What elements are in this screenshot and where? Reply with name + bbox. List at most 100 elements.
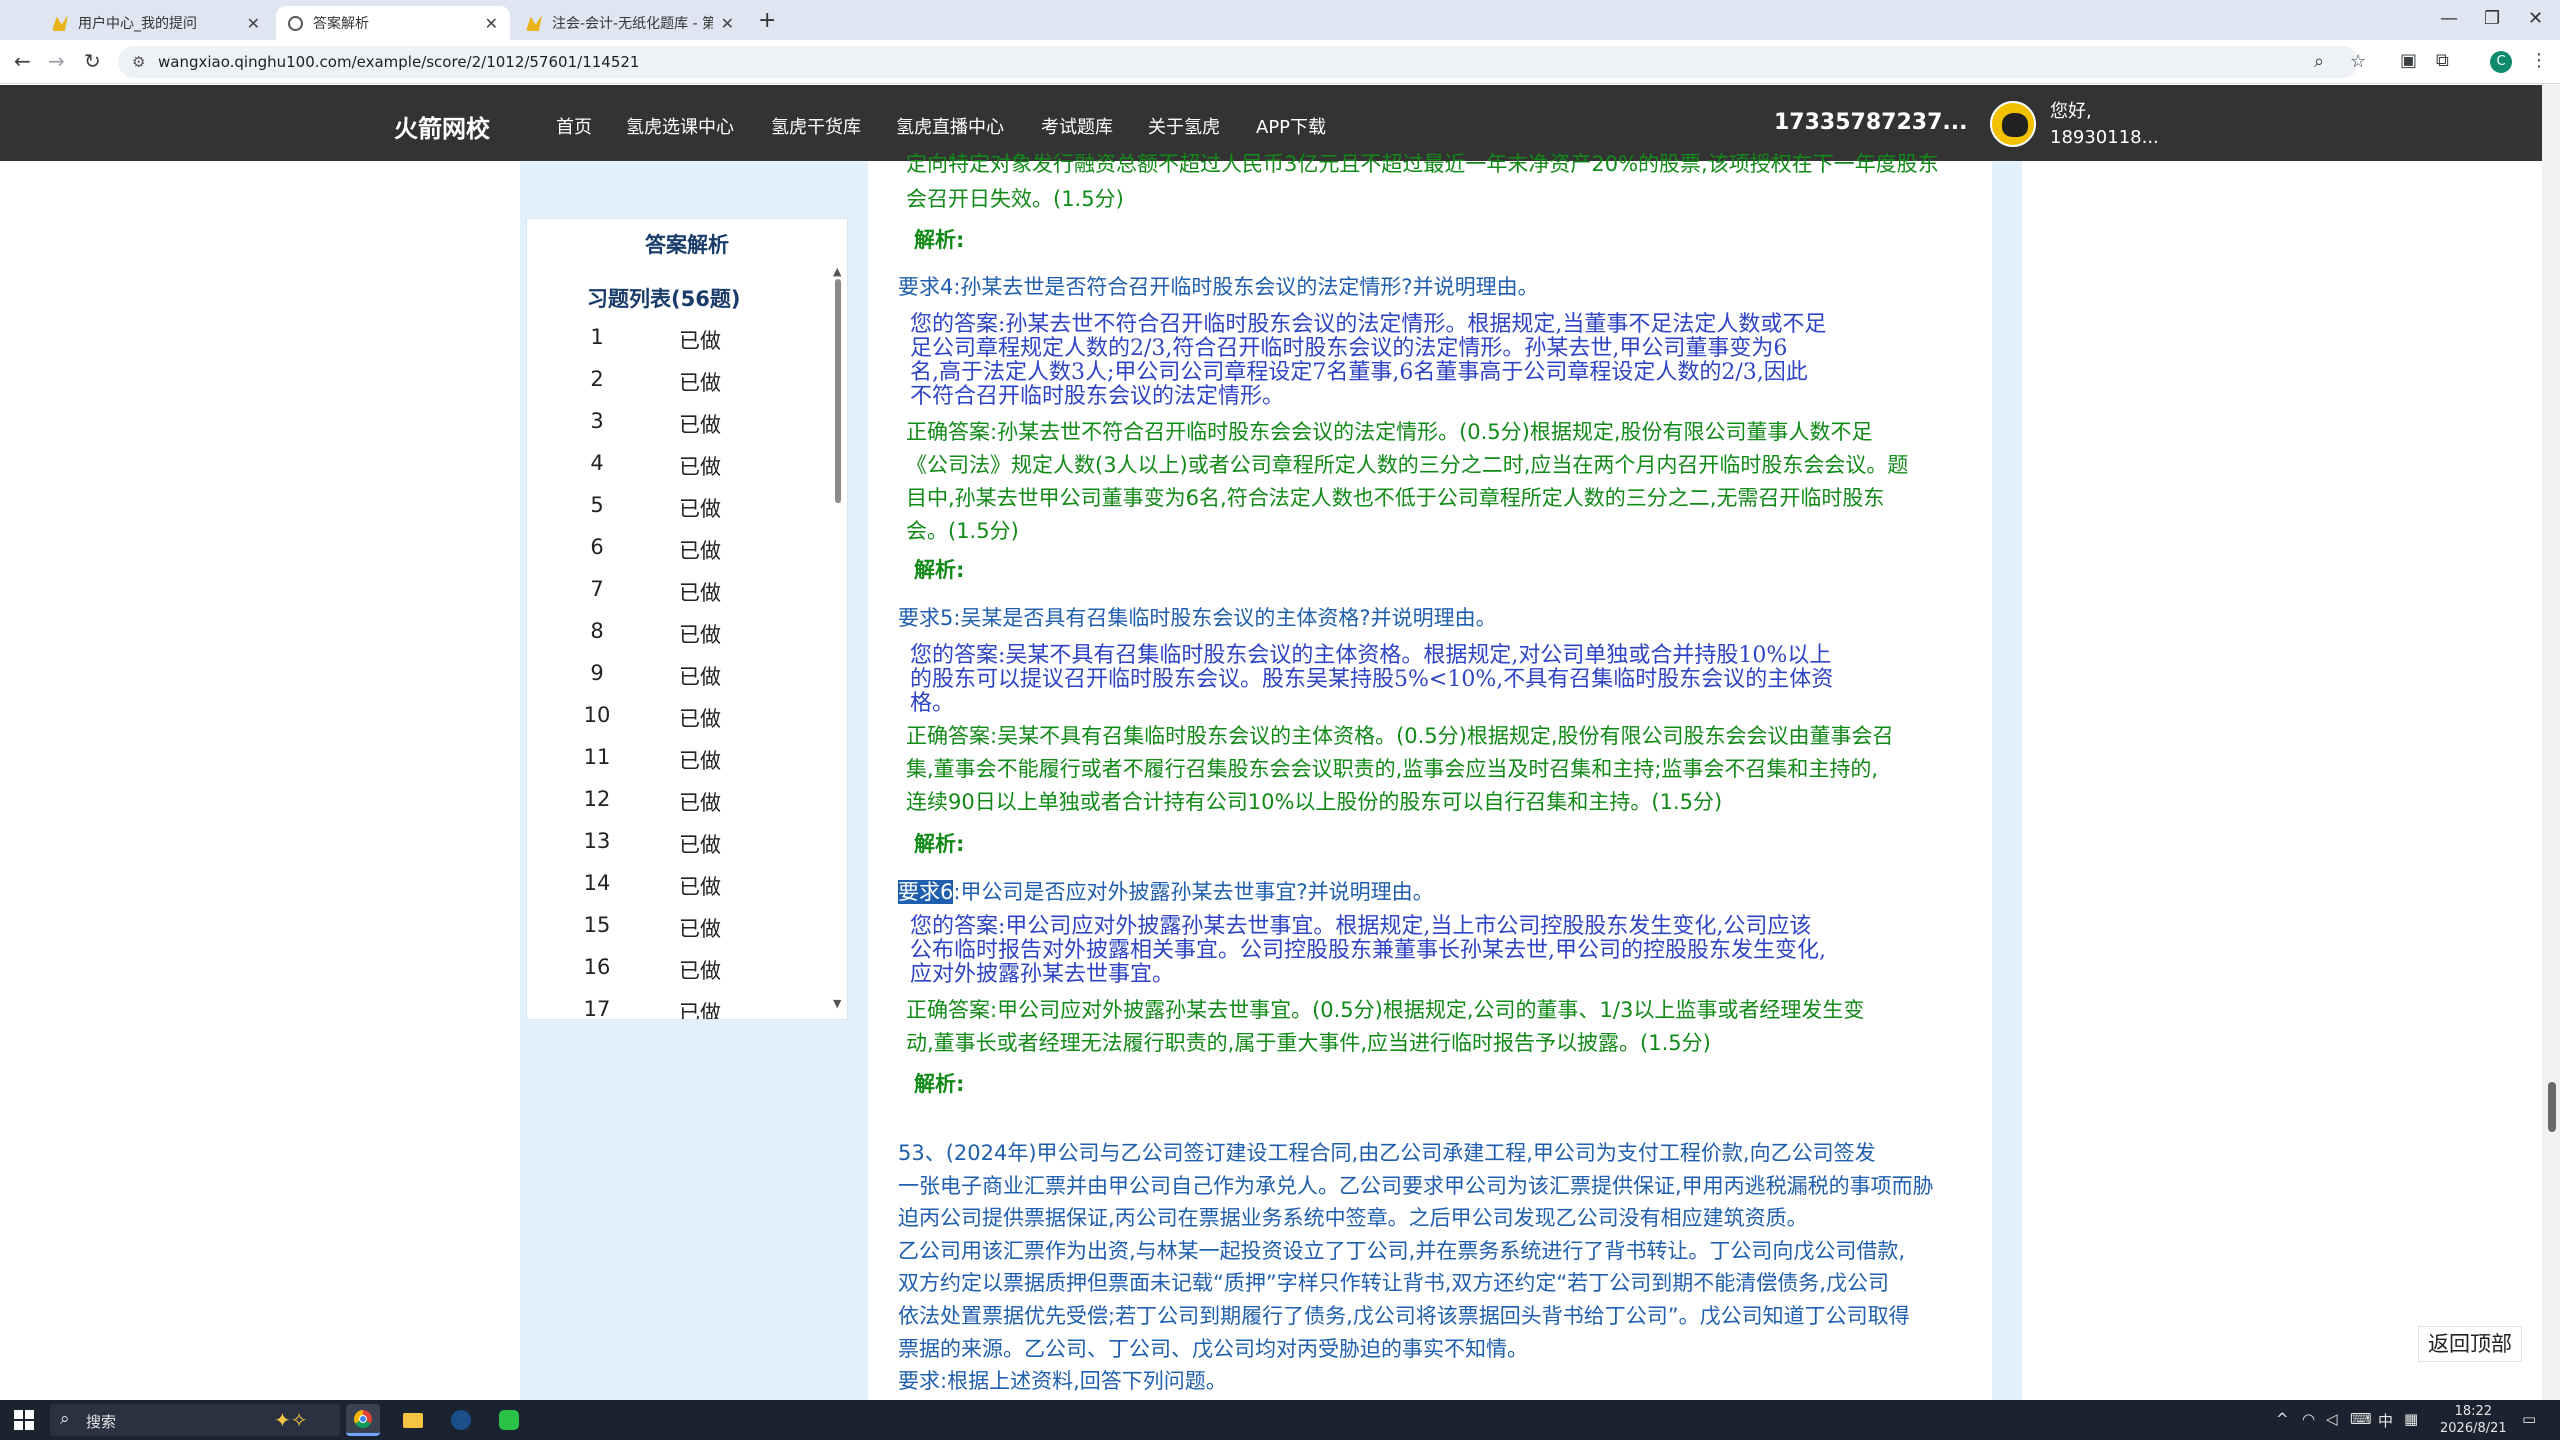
requirement-4-title: 要求4:孙某去世是否符合召开临时股东会议的法定情形?并说明理由。 — [898, 275, 1539, 299]
question-list-item[interactable]: 15 已做 — [527, 913, 827, 955]
nav-home[interactable]: 首页 — [556, 113, 592, 139]
profile-avatar[interactable]: C — [2490, 51, 2512, 73]
question-status: 已做 — [679, 959, 721, 983]
zoom-icon[interactable]: ⌕ — [2314, 51, 2324, 72]
new-tab-icon[interactable]: + — [758, 8, 776, 33]
sidebar-scrollbar[interactable] — [835, 279, 841, 503]
question-status: 已做 — [679, 833, 721, 857]
question-number: 6 — [590, 535, 604, 559]
scroll-up-icon[interactable]: ▲ — [833, 265, 841, 278]
user-greeting[interactable]: 您好, 18930118... — [2050, 99, 2159, 151]
question-list-item[interactable]: 2 已做 — [527, 367, 827, 409]
question-list-item[interactable]: 6 已做 — [527, 535, 827, 577]
taskbar-search-box[interactable]: ⌕ 搜索 ✦✧ — [50, 1404, 340, 1436]
site-logo[interactable]: 火箭网校 — [394, 109, 490, 144]
question-list-item[interactable]: 5 已做 — [527, 493, 827, 535]
question-list-item[interactable]: 16 已做 — [527, 955, 827, 997]
analysis-label: 解析: — [914, 228, 965, 252]
your-answer-line: 不符合召开临时股东会议的法定情形。 — [910, 384, 1285, 409]
question-53-line: 53、(2024年)甲公司与乙公司签订建设工程合同,由乙公司承建工程,甲公司为支… — [898, 1141, 1876, 1165]
question-list-item[interactable]: 13 已做 — [527, 829, 827, 871]
sparkle-icon: ✦✧ — [274, 1408, 308, 1432]
close-icon[interactable]: ✕ — [485, 14, 498, 33]
tab-question-bank[interactable]: 注会-会计-无纸化题库 - 第二十 ✕ — [514, 6, 746, 40]
question-number: 7 — [590, 577, 604, 601]
question-list-title: 习题列表(56题) — [587, 287, 741, 311]
windows-taskbar: ⌕ 搜索 ✦✧ ^ ◠ ◁ ⌨ 中 ▦ 18:22 2026/8/21 ▭ — [0, 1400, 2560, 1440]
globe-icon — [288, 15, 303, 31]
file-explorer-icon[interactable] — [396, 1404, 430, 1436]
volume-icon[interactable]: ◁ — [2326, 1410, 2338, 1428]
requirement-6-title: 要求6:甲公司是否应对外披露孙某去世事宜?并说明理由。 — [898, 880, 1434, 905]
chevron-up-icon[interactable]: ^ — [2276, 1410, 2289, 1428]
bookmark-star-icon[interactable]: ☆ — [2350, 51, 2366, 72]
question-list-item[interactable]: 10 已做 — [527, 703, 827, 745]
minimize-icon[interactable]: — — [2440, 8, 2458, 29]
notification-icon[interactable]: ▭ — [2522, 1410, 2536, 1428]
chrome-app-icon[interactable] — [346, 1404, 380, 1436]
page-scrollbar-thumb[interactable] — [2548, 1082, 2556, 1132]
question-number: 5 — [590, 493, 604, 517]
tab-search-icon[interactable]: ▣ — [2400, 50, 2417, 71]
tab-user-center[interactable]: 用户中心_我的提问 ✕ — [40, 6, 272, 40]
taskbar-clock[interactable]: 18:22 2026/8/21 — [2440, 1403, 2507, 1437]
wifi-icon[interactable]: ◠ — [2302, 1410, 2315, 1428]
forward-icon[interactable]: → — [48, 49, 65, 73]
user-avatar[interactable] — [1990, 101, 2036, 147]
correct-answer-line: 目中,孙某去世甲公司董事变为6名,符合法定人数也不低于公司章程所定人数的三分之二… — [906, 486, 1885, 510]
user-phone[interactable]: 17335787237... — [1774, 110, 1967, 135]
question-list-item[interactable]: 17 已做 — [527, 997, 827, 1020]
close-window-icon[interactable]: ✕ — [2528, 8, 2543, 29]
close-icon[interactable]: ✕ — [247, 14, 260, 33]
wechat-icon[interactable] — [492, 1404, 526, 1436]
question-list-item[interactable]: 9 已做 — [527, 661, 827, 703]
windows-start-icon[interactable] — [14, 1410, 34, 1430]
question-number: 3 — [590, 409, 604, 433]
keyboard-icon[interactable]: ⌨ — [2350, 1410, 2372, 1428]
url-text: wangxiao.qinghu100.com/example/score/2/1… — [158, 53, 640, 71]
question-53-line: 乙公司用该汇票作为出资,与林某一起投资设立了丁公司,并在票务系统进行了背书转让。… — [898, 1238, 1906, 1263]
close-icon[interactable]: ✕ — [721, 14, 734, 33]
scroll-down-icon[interactable]: ▼ — [833, 997, 841, 1010]
question-number: 1 — [590, 325, 604, 349]
search-icon: ⌕ — [60, 1409, 70, 1429]
question-list-item[interactable]: 3 已做 — [527, 409, 827, 451]
your-answer-line: 的股东可以提议召开临时股东会议。股东吴某持股5%<10%,不具有召集临时股东会议… — [910, 667, 1834, 692]
sidebar-title: 答案解析 — [645, 233, 729, 257]
nav-course-center[interactable]: 氢虎选课中心 — [626, 113, 734, 139]
extensions-icon[interactable]: ⧉ — [2436, 50, 2449, 71]
correct-answer-line: 《公司法》规定人数(3人以上)或者公司章程所定人数的三分之二时,应当在两个月内召… — [906, 453, 1909, 477]
ime-indicator[interactable]: 中 — [2378, 1410, 2393, 1431]
calendar-grid-icon[interactable]: ▦ — [2404, 1410, 2418, 1428]
question-list-item[interactable]: 11 已做 — [527, 745, 827, 787]
question-list-item[interactable]: 1 已做 — [527, 325, 827, 367]
nav-about[interactable]: 关于氢虎 — [1148, 113, 1220, 139]
question-list-item[interactable]: 4 已做 — [527, 451, 827, 493]
nav-app-download[interactable]: APP下载 — [1256, 113, 1326, 139]
nav-resources[interactable]: 氢虎干货库 — [771, 113, 861, 139]
question-53-line: 票据的来源。乙公司、丁公司、戊公司均对丙受胁迫的事实不知情。 — [898, 1336, 1528, 1361]
question-list-item[interactable]: 7 已做 — [527, 577, 827, 619]
menu-icon[interactable]: ⋮ — [2530, 50, 2548, 71]
question-list-item[interactable]: 14 已做 — [527, 871, 827, 913]
question-number: 11 — [583, 745, 611, 769]
question-number: 17 — [583, 997, 611, 1020]
nav-live-center[interactable]: 氢虎直播中心 — [896, 113, 1004, 139]
tab-answer-analysis[interactable]: 答案解析 ✕ — [276, 6, 510, 40]
url-input[interactable]: ⚙ wangxiao.qinghu100.com/example/score/2… — [118, 46, 2366, 78]
back-to-top-button[interactable]: 返回顶部 — [2418, 1326, 2522, 1362]
question-status: 已做 — [679, 539, 721, 563]
correct-answer-line: 会。(1.5分) — [906, 519, 1019, 543]
reload-icon[interactable]: ↻ — [84, 49, 101, 73]
question-list-item[interactable]: 8 已做 — [527, 619, 827, 661]
question-53-line: 迫丙公司提供票据保证,丙公司在票据业务系统中签章。之后甲公司发现乙公司没有相应建… — [898, 1206, 1808, 1231]
question-number: 10 — [583, 703, 611, 727]
restore-icon[interactable]: ❐ — [2484, 8, 2500, 29]
site-info-icon[interactable]: ⚙ — [132, 53, 145, 71]
nav-question-bank[interactable]: 考试题库 — [1041, 113, 1113, 139]
steam-icon[interactable] — [444, 1404, 478, 1436]
site-header: 火箭网校 首页 氢虎选课中心 氢虎干货库 氢虎直播中心 考试题库 关于氢虎 AP… — [0, 85, 2542, 161]
back-icon[interactable]: ← — [14, 49, 31, 73]
greeting-text: 您好, — [2050, 101, 2092, 122]
question-list-item[interactable]: 12 已做 — [527, 787, 827, 829]
